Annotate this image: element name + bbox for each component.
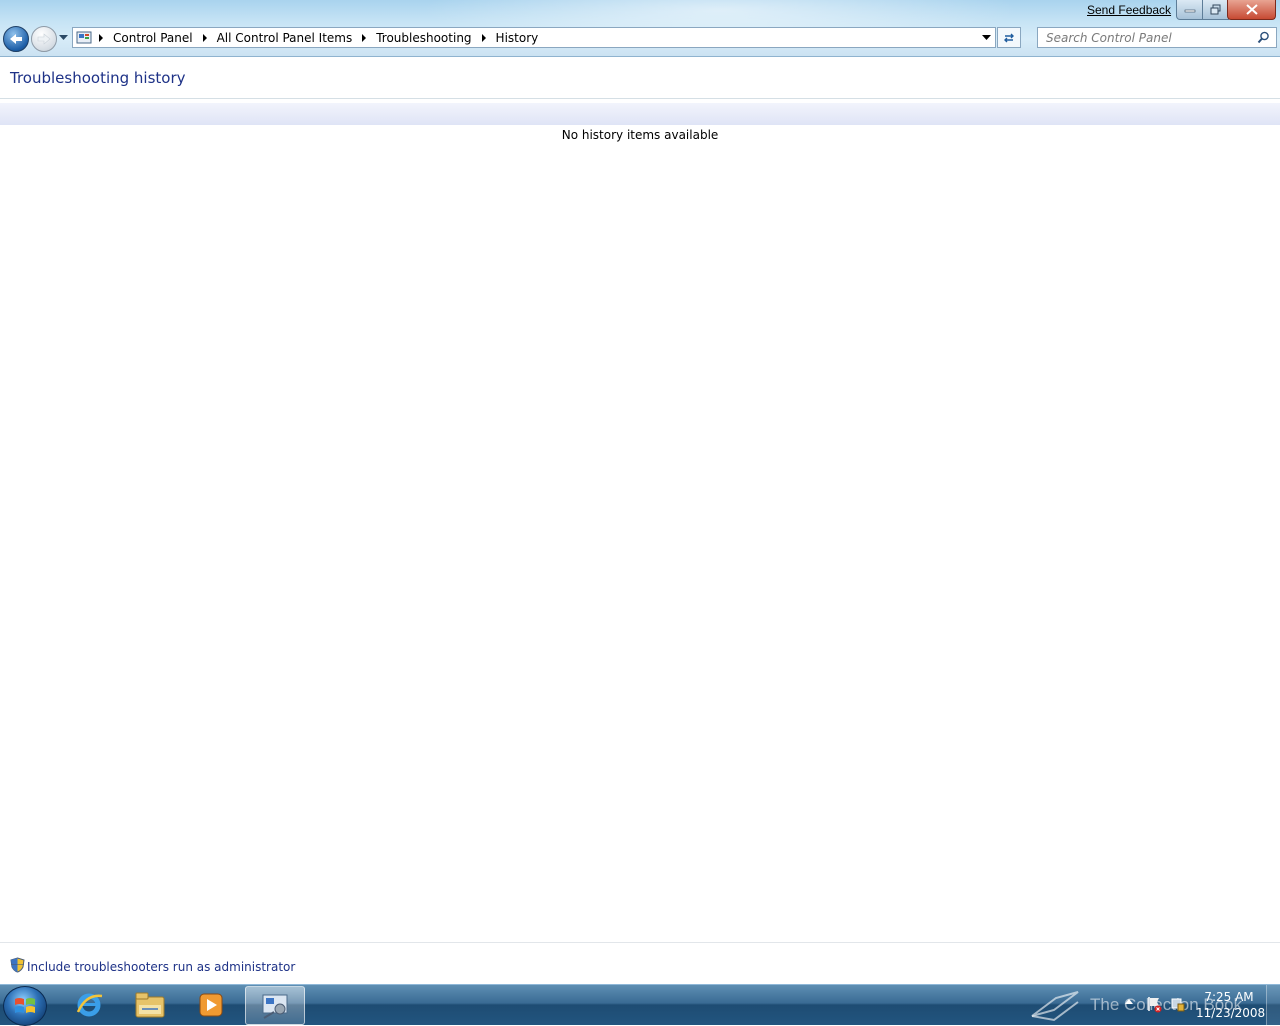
address-bar[interactable]: Control Panel All Control Panel Items Tr… bbox=[72, 27, 996, 48]
book-logo-icon bbox=[1031, 991, 1079, 1022]
refresh-icon bbox=[1004, 33, 1014, 42]
address-dropdown[interactable] bbox=[977, 28, 995, 47]
clock-time: 7:25 AM bbox=[1204, 990, 1254, 1004]
windows-logo-icon bbox=[15, 998, 35, 1013]
refresh-button[interactable] bbox=[997, 27, 1021, 48]
divider bbox=[0, 942, 1280, 943]
show-desktop-button[interactable] bbox=[1266, 985, 1280, 1025]
breadcrumb-separator[interactable] bbox=[202, 33, 207, 42]
taskbar-control-panel[interactable] bbox=[245, 986, 305, 1025]
uac-shield-icon bbox=[10, 957, 25, 976]
close-button[interactable] bbox=[1227, 0, 1276, 20]
recent-pages-dropdown[interactable] bbox=[58, 33, 68, 43]
action-center-flag-icon[interactable] bbox=[1146, 995, 1162, 1016]
forward-button[interactable] bbox=[31, 26, 57, 52]
history-list-header bbox=[0, 103, 1280, 125]
breadcrumb-separator[interactable] bbox=[99, 33, 103, 42]
windows-explorer-icon bbox=[135, 992, 165, 1017]
close-icon bbox=[1245, 4, 1258, 15]
breadcrumb-all-items[interactable]: All Control Panel Items bbox=[213, 28, 359, 47]
media-player-icon bbox=[199, 993, 223, 1016]
empty-state-message: No history items available bbox=[561, 128, 719, 142]
show-hidden-icons-button[interactable] bbox=[1125, 999, 1133, 1004]
window-chrome: Send Feedback Control Panel All Control … bbox=[0, 0, 1280, 57]
back-button[interactable] bbox=[3, 26, 29, 52]
taskbar-media-player[interactable] bbox=[182, 986, 240, 1023]
system-clock[interactable]: 7:25 AM 11/23/2008 bbox=[1196, 989, 1266, 1021]
breadcrumb-troubleshooting[interactable]: Troubleshooting bbox=[372, 28, 477, 47]
breadcrumb-history[interactable]: History bbox=[492, 28, 545, 47]
breadcrumb-separator[interactable] bbox=[481, 33, 486, 42]
include-admin-troubleshooters-link[interactable]: Include troubleshooters run as administr… bbox=[10, 957, 295, 976]
start-button[interactable] bbox=[3, 986, 47, 1026]
arrow-left-icon bbox=[10, 34, 22, 44]
page-title: Troubleshooting history bbox=[10, 69, 186, 87]
restore-icon bbox=[1210, 4, 1220, 15]
maximize-button[interactable] bbox=[1202, 0, 1229, 20]
admin-link-label[interactable]: Include troubleshooters run as administr… bbox=[27, 960, 295, 974]
breadcrumb-control-panel[interactable]: Control Panel bbox=[109, 28, 199, 47]
search-icon[interactable] bbox=[1257, 31, 1270, 47]
internet-explorer-icon bbox=[76, 993, 103, 1016]
minimize-button[interactable] bbox=[1176, 0, 1204, 20]
divider bbox=[0, 98, 1280, 99]
taskbar-windows-explorer[interactable] bbox=[121, 986, 179, 1023]
taskbar-internet-explorer[interactable] bbox=[60, 986, 118, 1023]
send-feedback-link[interactable]: Send Feedback bbox=[1087, 3, 1171, 17]
chevron-down-icon bbox=[58, 35, 68, 40]
chevron-down-icon bbox=[981, 34, 991, 40]
arrow-right-icon bbox=[37, 33, 51, 45]
taskbar: The Collection Book 7:25 AM 11/23/2008 bbox=[0, 984, 1280, 1026]
minimize-icon bbox=[1184, 9, 1196, 12]
clock-date: 11/23/2008 bbox=[1196, 1006, 1266, 1020]
control-panel-icon bbox=[262, 994, 288, 1019]
search-box[interactable] bbox=[1037, 27, 1277, 48]
network-icon[interactable] bbox=[1170, 995, 1186, 1016]
breadcrumb-separator[interactable] bbox=[362, 33, 367, 42]
search-input[interactable] bbox=[1044, 28, 1256, 47]
control-panel-icon bbox=[73, 28, 95, 47]
